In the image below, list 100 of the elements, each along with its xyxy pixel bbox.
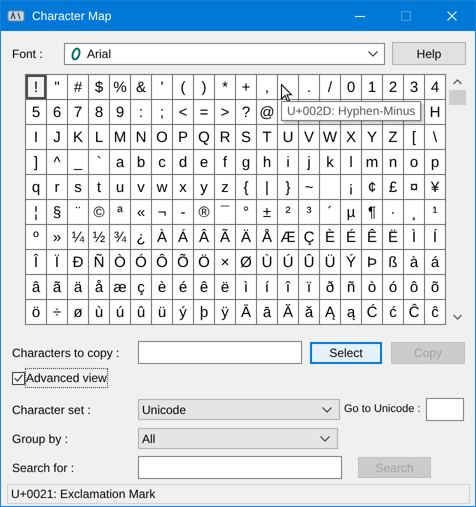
character-cell[interactable]: e (194, 150, 215, 175)
character-cell[interactable]: ¼ (68, 225, 89, 250)
character-cell[interactable]: Ó (131, 250, 152, 275)
character-cell[interactable]: O (152, 125, 173, 150)
character-cell[interactable]: K (68, 125, 89, 150)
character-cell[interactable]: u (110, 175, 131, 200)
character-cell[interactable]: æ (110, 275, 131, 300)
character-cell[interactable]: Ý (341, 250, 362, 275)
character-cell[interactable]: & (131, 75, 152, 100)
character-cell[interactable]: Á (173, 225, 194, 250)
character-cell[interactable]: û (131, 300, 152, 325)
character-cell[interactable]: ê (194, 275, 215, 300)
character-cell[interactable]: ¸ (404, 200, 425, 225)
character-cell[interactable]: s (68, 175, 89, 200)
character-cell[interactable]: v (131, 175, 152, 200)
character-cell[interactable]: o (404, 150, 425, 175)
character-cell[interactable]: í (257, 275, 278, 300)
character-cell[interactable]: ð (320, 275, 341, 300)
character-cell[interactable]: ª (110, 200, 131, 225)
character-cell[interactable]: 4 (425, 75, 446, 100)
character-cell[interactable]: P (173, 125, 194, 150)
search-field[interactable] (138, 456, 342, 479)
character-cell[interactable]: n (383, 150, 404, 175)
character-cell[interactable]: Q (194, 125, 215, 150)
character-cell[interactable]: £ (383, 175, 404, 200)
character-cell[interactable]: / (320, 75, 341, 100)
character-cell[interactable]: l (341, 150, 362, 175)
character-cell[interactable]: d (173, 150, 194, 175)
character-cell[interactable]: è (152, 275, 173, 300)
character-cell[interactable]: Ð (68, 250, 89, 275)
character-cell[interactable]: ¿ (131, 225, 152, 250)
character-cell[interactable]: t (89, 175, 110, 200)
character-cell[interactable]: S (236, 125, 257, 150)
character-cell[interactable]: ¶ (362, 200, 383, 225)
character-cell[interactable]: ĉ (425, 300, 446, 325)
character-cell[interactable]: a (110, 150, 131, 175)
character-cell[interactable]: - (173, 200, 194, 225)
character-cell[interactable]: Ê (362, 225, 383, 250)
character-cell[interactable]: º (26, 225, 47, 250)
character-cell[interactable]: I (26, 125, 47, 150)
character-cell[interactable]: N (131, 125, 152, 150)
character-cell[interactable]: ¤ (404, 175, 425, 200)
character-cell[interactable]: Ć (362, 300, 383, 325)
character-cell[interactable]: q (26, 175, 47, 200)
character-cell[interactable]: é (173, 275, 194, 300)
character-cell[interactable]: ß (383, 250, 404, 275)
character-cell[interactable]: å (89, 275, 110, 300)
character-cell[interactable]: ô (404, 275, 425, 300)
character-cell[interactable]: õ (425, 275, 446, 300)
character-cell[interactable]: ; (152, 100, 173, 125)
character-cell[interactable]: 3 (404, 75, 425, 100)
character-cell[interactable]: ¾ (110, 225, 131, 250)
character-cell[interactable]: J (47, 125, 68, 150)
character-cell[interactable]: 5 (26, 100, 47, 125)
character-cell[interactable]: É (341, 225, 362, 250)
character-cell[interactable]: ç (131, 275, 152, 300)
character-cell[interactable]: Ä (236, 225, 257, 250)
character-cell[interactable]: U (278, 125, 299, 150)
character-cell[interactable]: ÿ (215, 300, 236, 325)
character-cell[interactable]: © (89, 200, 110, 225)
character-cell[interactable]: ° (236, 200, 257, 225)
character-cell[interactable]: $ (89, 75, 110, 100)
character-cell[interactable]: ą (341, 300, 362, 325)
character-cell[interactable]: Ö (194, 250, 215, 275)
character-cell[interactable]: Æ (278, 225, 299, 250)
character-cell[interactable]: * (215, 75, 236, 100)
character-cell[interactable]: ¨ (68, 200, 89, 225)
character-cell[interactable]: ® (194, 200, 215, 225)
character-cell[interactable]: ^ (47, 150, 68, 175)
character-cell[interactable]: Ò (110, 250, 131, 275)
character-cell[interactable]: ö (26, 300, 47, 325)
character-cell[interactable]: µ (341, 200, 362, 225)
go-to-unicode-field[interactable] (426, 398, 464, 421)
character-cell[interactable]: ã (47, 275, 68, 300)
character-cell[interactable]: L (89, 125, 110, 150)
character-cell[interactable]: f (215, 150, 236, 175)
character-cell[interactable]: § (47, 200, 68, 225)
character-cell[interactable]: » (47, 225, 68, 250)
character-cell[interactable]: g (236, 150, 257, 175)
characters-to-copy-field[interactable] (138, 341, 302, 364)
character-cell[interactable]: h (257, 150, 278, 175)
character-cell[interactable]: ! (26, 75, 47, 100)
character-cell[interactable]: : (131, 100, 152, 125)
character-cell[interactable]: ù (89, 300, 110, 325)
character-cell[interactable]: ´ (320, 200, 341, 225)
character-cell[interactable]: î (278, 275, 299, 300)
character-cell[interactable]: r (47, 175, 68, 200)
character-cell[interactable]: Ì (404, 225, 425, 250)
character-cell[interactable]: ă (299, 300, 320, 325)
character-cell[interactable]: ¬ (152, 200, 173, 225)
character-cell[interactable]: ( (173, 75, 194, 100)
character-cell[interactable]: c (152, 150, 173, 175)
character-cell[interactable]: Ã (215, 225, 236, 250)
character-cell[interactable]: { (236, 175, 257, 200)
character-cell[interactable]: i (278, 150, 299, 175)
character-cell[interactable]: Ú (278, 250, 299, 275)
character-cell[interactable]: 0 (341, 75, 362, 100)
character-cell[interactable]: ? (236, 100, 257, 125)
character-cell[interactable]: 9 (110, 100, 131, 125)
character-cell[interactable]: ï (299, 275, 320, 300)
